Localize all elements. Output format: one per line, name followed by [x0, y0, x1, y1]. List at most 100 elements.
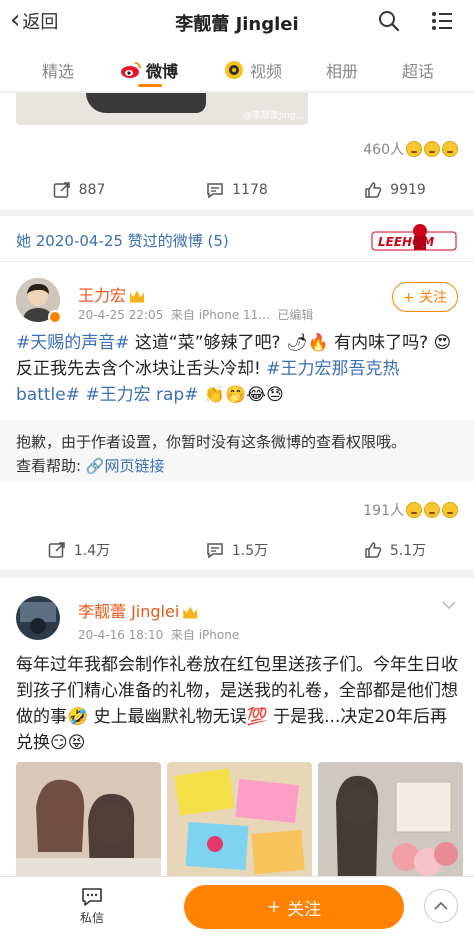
restricted-notice: 抱歉，由于作者设置，你暂时没有这条微博的查看权限哦。 查看帮助: 🔗网页链接: [0, 420, 474, 482]
direct-message-label: 私信: [79, 911, 104, 925]
image-watermark: @李靓蕾Jing...: [242, 111, 304, 121]
post-text: #天赐的声音# 这道“菜”够辣了吧? 🌶🔥 有内味了吗? 😍 反正我先去含个冰块…: [16, 330, 458, 408]
like-count: 5.1万: [389, 543, 427, 559]
video-icon: [225, 61, 243, 79]
post-meta: 20-4-25 22:05 来自 iPhone 11... 已编辑: [78, 306, 313, 323]
like-button[interactable]: 9919: [316, 170, 474, 210]
crown-icon: [130, 290, 145, 303]
comment-button[interactable]: 1.5万: [158, 530, 316, 570]
comment-count: 1.5万: [231, 543, 269, 559]
avatar[interactable]: [16, 596, 60, 640]
surprised-emoji-icon: [442, 141, 458, 157]
laugh-emoji-icon: [406, 502, 422, 518]
post-text: 每年过年我都会制作礼卷放在红包里送孩子们。今年生日收到孩子们精心准备的礼物，是送…: [16, 655, 458, 753]
post-time: 20-4-16 18:10: [78, 628, 164, 642]
like-count: 9919: [390, 182, 426, 198]
bottom-action-bar: 私信 + 关注: [0, 876, 474, 938]
post-meta: 20-4-16 18:10 来自 iPhone: [78, 626, 239, 643]
post-actions: 1.4万 1.5万 5.1万: [0, 530, 474, 570]
repost-button[interactable]: 1.4万: [0, 530, 158, 570]
repost-count: 1.4万: [73, 543, 111, 559]
help-label: 查看帮助:: [16, 457, 86, 475]
chevron-up-icon: [434, 901, 448, 910]
likers-summary[interactable]: 191人: [363, 500, 458, 520]
more-options-icon[interactable]: [430, 10, 454, 32]
tab-weibo-label: 微博: [146, 62, 179, 81]
notice-help: 查看帮助: 🔗网页链接: [16, 454, 458, 478]
weibo-logo-icon: [121, 62, 141, 78]
thumbs-up-icon: [365, 542, 382, 558]
plus-icon: +: [266, 897, 282, 917]
repost-count: 887: [78, 182, 106, 198]
tab-album[interactable]: 相册: [326, 58, 358, 82]
tab-video-label: 视频: [250, 62, 283, 81]
photo-image: [318, 762, 463, 884]
post-card-2: 王力宏 20-4-25 22:05 来自 iPhone 11... 已编辑 + …: [0, 262, 474, 570]
comment-button[interactable]: 1178: [158, 170, 316, 210]
repost-icon: [53, 182, 70, 198]
post-card-1: @李靓蕾Jing... 460人 887 1178 9919: [0, 93, 474, 210]
post-actions: 887 1178 9919: [0, 170, 474, 210]
photo-thumbnail[interactable]: [318, 762, 463, 884]
author-name-text: 王力宏: [78, 286, 127, 305]
profile-tabs: 精选 微博 视频 相册 超话: [0, 44, 474, 92]
search-icon[interactable]: [378, 10, 400, 32]
comment-icon: [207, 183, 223, 199]
follow-main-button[interactable]: + 关注: [184, 885, 404, 929]
chevron-down-icon[interactable]: [442, 600, 456, 610]
follow-button[interactable]: + 关注: [392, 282, 458, 312]
author-name-text: 李靓蕾 Jinglei: [78, 602, 180, 621]
hashtag-link[interactable]: #王力宏 rap#: [80, 385, 198, 405]
tab-featured[interactable]: 精选: [42, 58, 74, 82]
grin-emoji-icon: [424, 141, 440, 157]
repost-button[interactable]: 887: [0, 170, 158, 210]
repost-icon: [48, 542, 65, 558]
post-source: 来自 iPhone 11...: [170, 308, 270, 322]
photo-grid: [16, 762, 463, 884]
verified-badge-icon: [48, 310, 62, 324]
tab-video[interactable]: 视频: [224, 58, 282, 82]
crown-icon: [183, 606, 198, 619]
web-link-label: 网页链接: [104, 457, 165, 475]
post-emoji-tail: 👏🤭😂😓: [198, 385, 284, 405]
post-card-3: 李靓蕾 Jinglei 20-4-16 18:10 来自 iPhone 每年过年…: [0, 578, 474, 884]
likers-summary[interactable]: 460人: [363, 139, 458, 159]
post-image[interactable]: @李靓蕾Jing...: [16, 93, 308, 125]
page-title: 李靓蕾 Jinglei: [175, 14, 299, 35]
likers-count: 460人: [363, 142, 404, 158]
image-figure: [86, 93, 206, 113]
grin-emoji-icon: [424, 502, 440, 518]
liked-posts-header[interactable]: 她 2020-04-25 赞过的微博 (5) LEEHOM: [0, 216, 474, 262]
author-name[interactable]: 王力宏: [78, 282, 145, 306]
liked-posts-title: 她 2020-04-25 赞过的微博 (5): [16, 232, 229, 250]
active-tab-indicator: [138, 84, 162, 87]
post-source: 来自 iPhone: [170, 628, 240, 642]
link-icon: 🔗: [85, 457, 105, 475]
tab-super-topic[interactable]: 超话: [402, 58, 434, 82]
likers-count: 191人: [363, 503, 404, 519]
leehom-sticker-icon: LEEHOM: [371, 224, 457, 251]
post-time: 20-4-25 22:05: [78, 308, 164, 322]
direct-message-button[interactable]: 私信: [72, 887, 112, 926]
top-nav-bar: ‹ 返回 李靓蕾 Jinglei: [0, 0, 474, 44]
thumbs-up-icon: [365, 182, 382, 198]
comment-count: 1178: [232, 182, 268, 198]
tab-weibo[interactable]: 微博: [120, 58, 178, 82]
message-icon: [82, 888, 102, 906]
laugh-emoji-icon: [406, 141, 422, 157]
avatar-image: [16, 596, 60, 640]
notice-text: 抱歉，由于作者设置，你暂时没有这条微博的查看权限哦。: [16, 433, 407, 451]
author-name[interactable]: 李靓蕾 Jinglei: [78, 598, 198, 622]
photo-image: [167, 762, 312, 884]
web-link[interactable]: 🔗网页链接: [86, 457, 165, 475]
follow-main-label: 关注: [287, 899, 322, 920]
scroll-to-top-button[interactable]: [424, 889, 458, 923]
photo-thumbnail[interactable]: [167, 762, 312, 884]
surprised-emoji-icon: [442, 502, 458, 518]
comment-icon: [207, 543, 223, 559]
hashtag-link[interactable]: #天赐的声音#: [16, 333, 130, 353]
photo-thumbnail[interactable]: [16, 762, 161, 884]
photo-image: [16, 762, 161, 884]
like-button[interactable]: 5.1万: [316, 530, 474, 570]
edited-label: 已编辑: [277, 308, 314, 322]
